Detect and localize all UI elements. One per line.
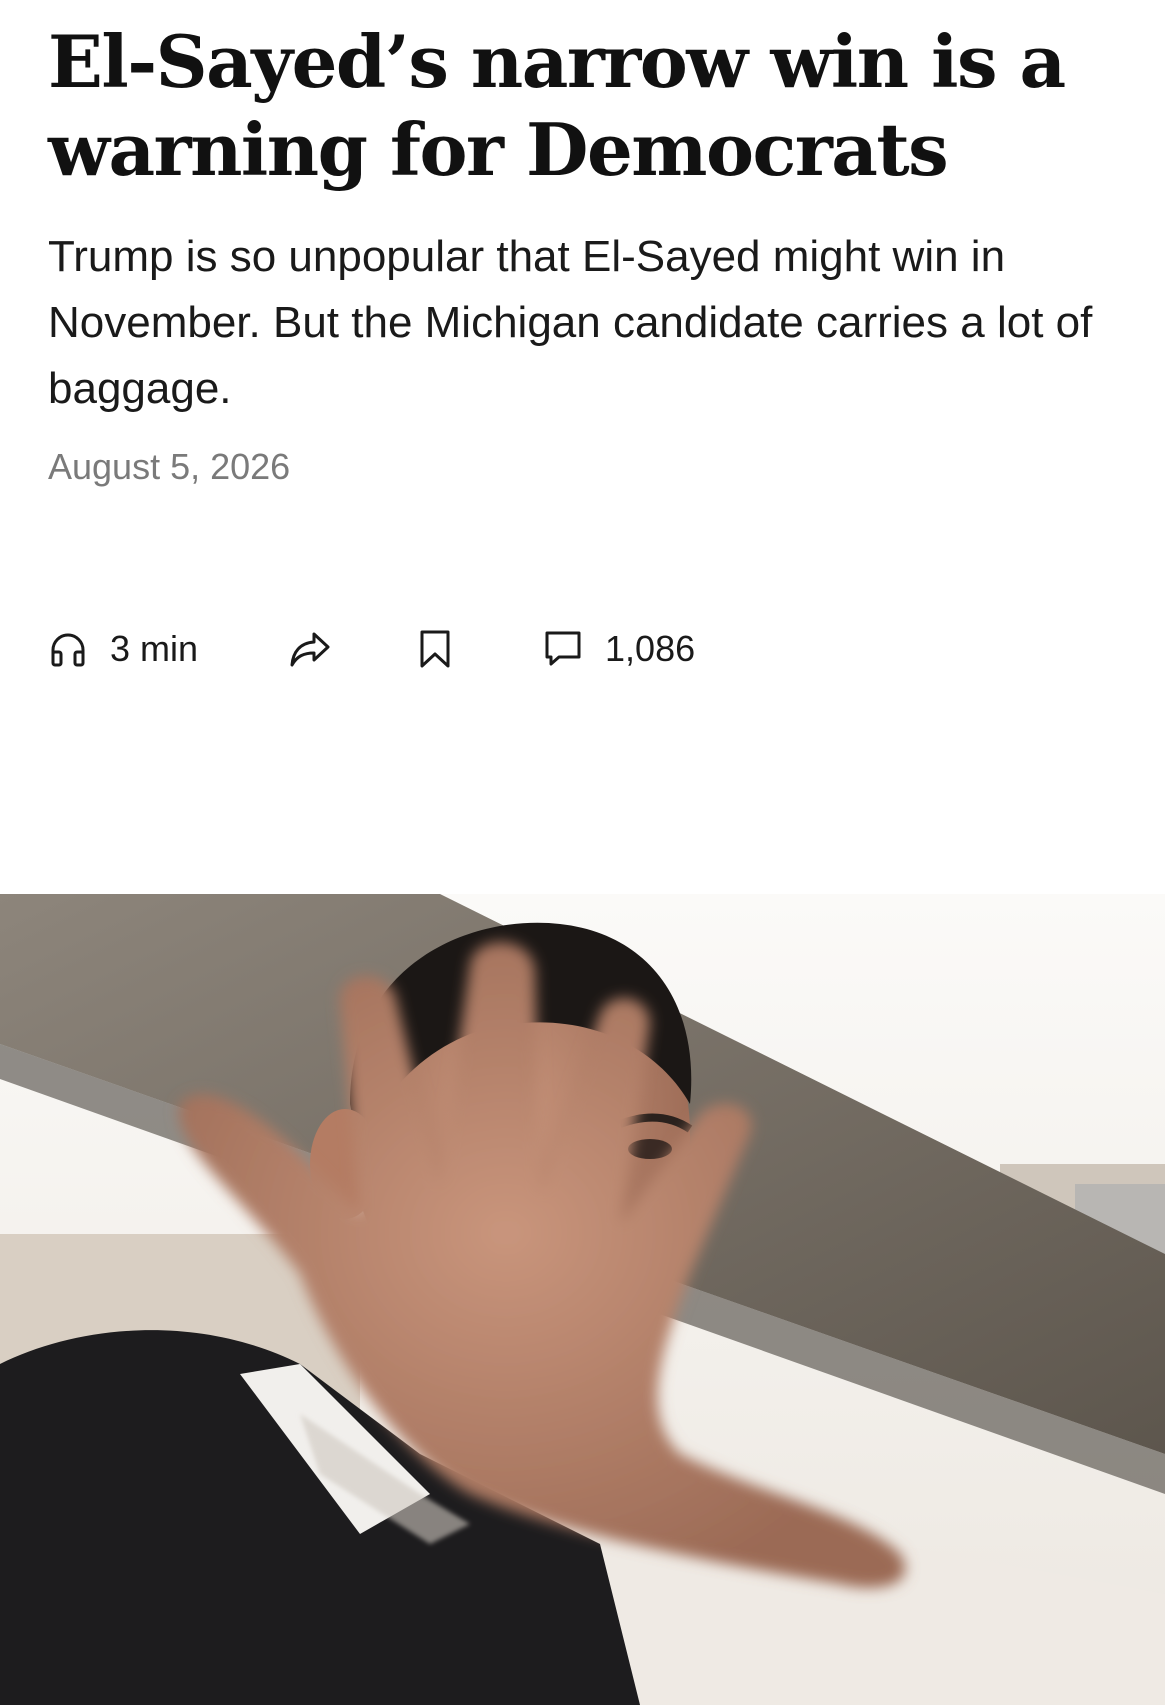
share-button[interactable] (288, 629, 332, 669)
share-arrow-icon (288, 629, 332, 669)
listen-button[interactable]: 3 min (48, 628, 198, 670)
article-toolbar: 3 min 1,086 (48, 622, 695, 676)
headline: El-Sayed’s narrow win is a warning for D… (48, 19, 1066, 192)
hero-photo (0, 894, 1165, 1705)
bookmark-icon (417, 629, 453, 669)
comment-bubble-icon (543, 629, 583, 669)
headphones-icon (48, 629, 88, 669)
hero-photo-illustration (0, 894, 1165, 1705)
article-dek: Trump is so unpopular that El-Sayed migh… (48, 232, 1093, 413)
listen-duration: 3 min (110, 628, 199, 669)
save-button[interactable] (417, 629, 453, 669)
comment-count: 1,086 (605, 628, 696, 669)
comments-button[interactable]: 1,086 (543, 628, 695, 670)
publish-date: August 5, 2026 (48, 446, 291, 487)
article-header: El-Sayed’s narrow win is a warning for D… (48, 18, 1128, 488)
